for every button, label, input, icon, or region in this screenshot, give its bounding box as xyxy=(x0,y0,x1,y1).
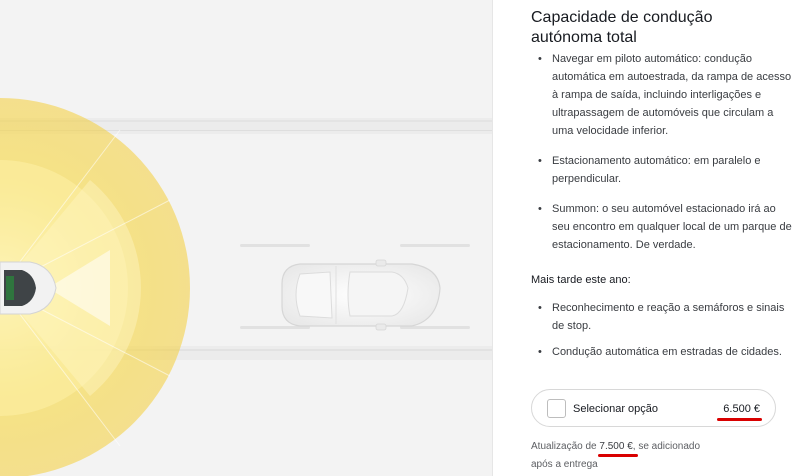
upgrade-prefix: Atualização de xyxy=(531,441,597,452)
road-scene-graphic xyxy=(0,0,492,476)
upgrade-price-annotation-underline xyxy=(598,454,639,457)
upgrade-note: Atualização de 7.500 €, se adicionado ap… xyxy=(531,438,751,474)
coming-later-list: Reconhecimento e reação a semáforos e si… xyxy=(531,299,793,361)
later-bullet-city-streets: Condução automática em estradas de cidad… xyxy=(531,343,793,361)
coming-later-heading: Mais tarde este ano: xyxy=(531,274,631,286)
price-annotation-underline xyxy=(717,418,762,421)
feature-title: Capacidade de condução autónoma total xyxy=(531,9,713,46)
feature-bullet-summon: Summon: o seu automóvel estacionado irá … xyxy=(531,200,793,254)
upgrade-price: 7.500 € xyxy=(598,441,639,457)
feature-bullet-navigate: Navegar em piloto automático: condução a… xyxy=(531,50,793,140)
option-checkbox[interactable] xyxy=(547,399,566,418)
option-label: Selecionar opção xyxy=(573,403,659,415)
feature-details-panel: Capacidade de condução autónoma total Na… xyxy=(493,0,800,476)
option-price: 6.500 € xyxy=(723,403,760,415)
feature-bullet-list: Navegar em piloto automático: condução a… xyxy=(531,50,793,254)
vehicle-ahead xyxy=(281,259,441,331)
select-option-card[interactable]: Selecionar opção 6.500 € xyxy=(531,389,776,427)
upgrade-suffix: , se adicionado xyxy=(632,441,701,452)
later-bullet-traffic-lights: Reconhecimento e reação a semáforos e si… xyxy=(531,299,793,335)
autopilot-illustration xyxy=(0,0,492,476)
feature-bullet-autopark: Estacionamento automático: em paralelo e… xyxy=(531,152,793,188)
upgrade-line2: após a entrega xyxy=(531,459,598,470)
